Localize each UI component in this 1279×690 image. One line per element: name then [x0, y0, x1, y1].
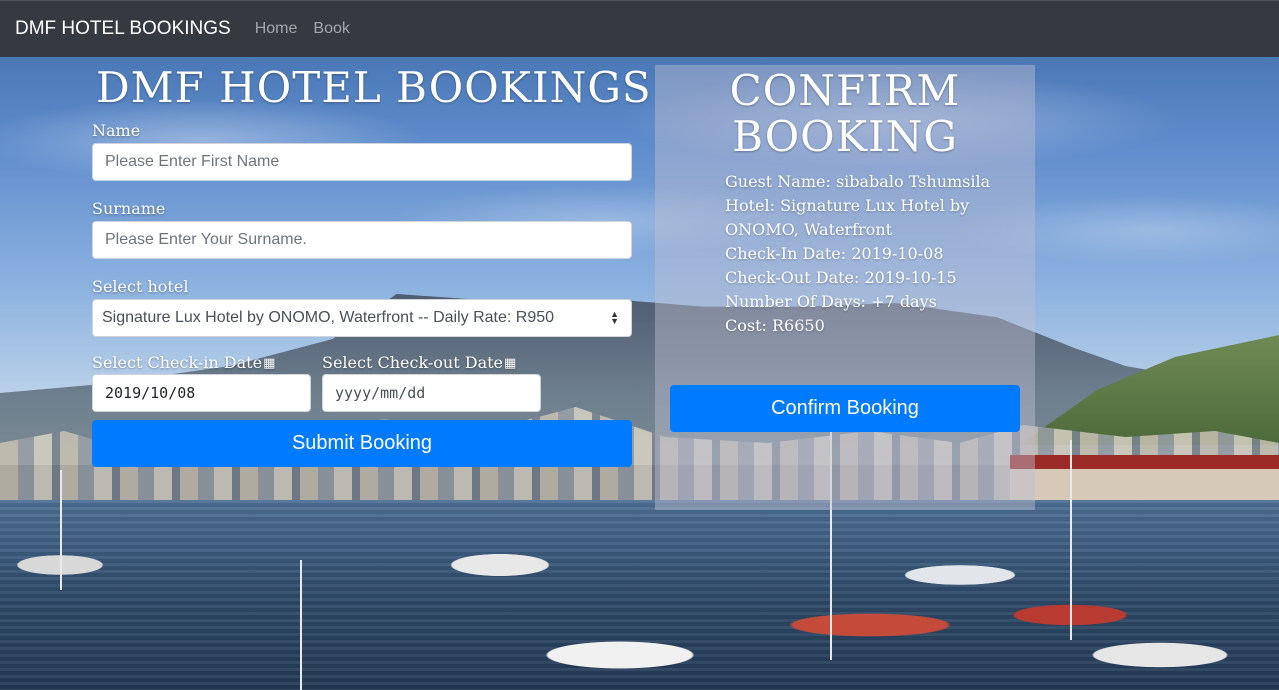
confirm-booking-button[interactable]: Confirm Booking: [670, 385, 1020, 432]
confirm-title-line1: CONFIRM: [729, 66, 961, 115]
checkout-group: Select Check-out Date▦ yyyy/mm/dd: [322, 353, 541, 412]
guest-name: Guest Name: sibabalo Tshumsila: [725, 172, 991, 191]
calendar-icon: ▦: [263, 356, 276, 371]
surname-label: Surname: [92, 199, 166, 218]
submit-booking-button[interactable]: Submit Booking: [92, 420, 632, 467]
background-boats: [0, 505, 1279, 690]
check-in-date: Check-In Date: 2019-10-08: [725, 244, 944, 263]
checkin-group: Select Check-in Date▦ 2019/10/08: [92, 353, 311, 412]
checkout-label: Select Check-out Date▦: [322, 353, 517, 372]
hotel-name: Hotel: Signature Lux Hotel by ONOMO, Wat…: [725, 196, 970, 239]
booking-details: Guest Name: sibabalo Tshumsila Hotel: Si…: [725, 170, 995, 338]
surname-input[interactable]: Please Enter Your Surname.: [92, 221, 632, 259]
background-mast: [300, 560, 302, 690]
background-mast: [1070, 440, 1072, 640]
cost: Cost: R6650: [725, 316, 825, 335]
booking-form: DMF HOTEL BOOKINGS Name Please Enter Fir…: [92, 63, 652, 467]
checkin-label: Select Check-in Date▦: [92, 353, 276, 372]
navbar-brand[interactable]: DMF HOTEL BOOKINGS: [15, 18, 231, 40]
checkout-date-input[interactable]: yyyy/mm/dd: [322, 374, 541, 412]
name-label: Name: [92, 121, 141, 140]
date-row: Select Check-in Date▦ 2019/10/08 Select …: [92, 353, 632, 412]
name-placeholder: Please Enter First Name: [105, 153, 280, 170]
checkin-date-input[interactable]: 2019/10/08: [92, 374, 311, 412]
confirm-title: CONFIRM BOOKING: [655, 68, 1035, 160]
select-arrows-icon: ▲ ▼: [610, 309, 619, 326]
surname-placeholder: Please Enter Your Surname.: [105, 231, 307, 248]
nav-link-book[interactable]: Book: [313, 20, 349, 38]
nav-link-home[interactable]: Home: [255, 20, 298, 38]
check-out-date: Check-Out Date: 2019-10-15: [725, 268, 957, 287]
hotel-label: Select hotel: [92, 277, 189, 296]
confirm-title-line2: BOOKING: [732, 112, 958, 161]
navbar: DMF HOTEL BOOKINGS Home Book: [0, 0, 1279, 57]
hotel-select[interactable]: Signature Lux Hotel by ONOMO, Waterfront…: [92, 299, 632, 337]
background-mast: [60, 470, 62, 590]
form-title: DMF HOTEL BOOKINGS: [96, 63, 652, 112]
number-of-days: Number Of Days: +7 days: [725, 292, 937, 311]
confirm-panel: CONFIRM BOOKING Guest Name: sibabalo Tsh…: [655, 65, 1035, 510]
calendar-icon: ▦: [504, 356, 517, 371]
hotel-selected-value: Signature Lux Hotel by ONOMO, Waterfront…: [102, 309, 555, 326]
name-input[interactable]: Please Enter First Name: [92, 143, 632, 181]
